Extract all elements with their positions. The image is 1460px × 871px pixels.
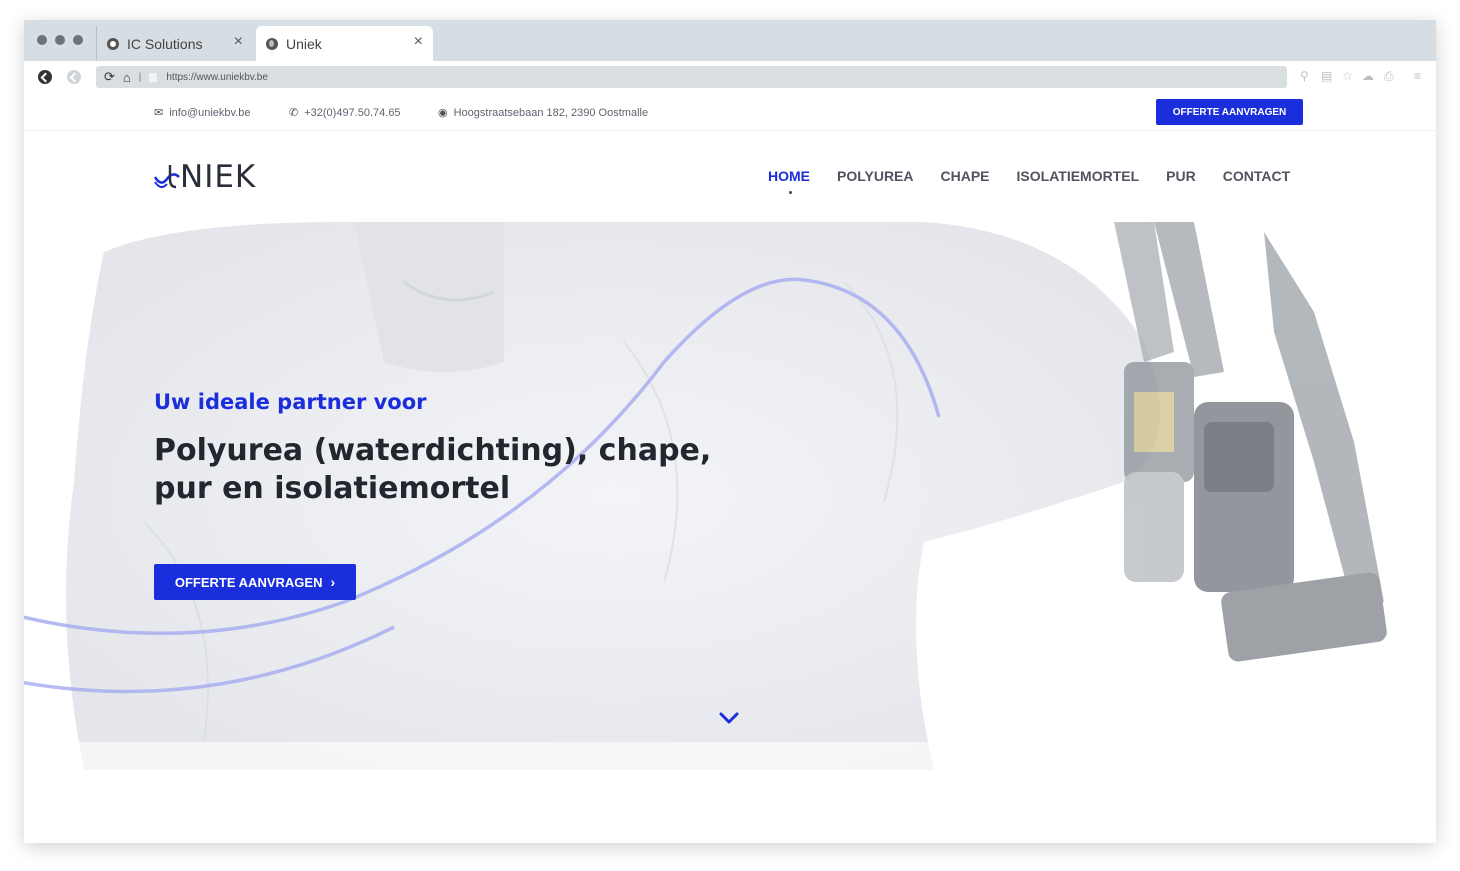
- main-nav: HOME POLYUREA CHAPE ISOLATIEMORTEL PUR C…: [768, 168, 1317, 194]
- phone-info[interactable]: ✆ +32(0)497.50.74.65: [289, 106, 401, 120]
- globe-icon: [266, 37, 278, 50]
- nav-chape[interactable]: CHAPE: [941, 168, 990, 184]
- tab-label: Uniek: [286, 35, 322, 52]
- home-icon[interactable]: ⌂: [123, 70, 131, 85]
- nav-polyurea[interactable]: POLYUREA: [837, 168, 914, 184]
- email-info[interactable]: ✉ info@uniekbv.be: [154, 106, 251, 120]
- hero-title: Polyurea (waterdichting), chape, pur en …: [154, 432, 754, 508]
- nav-contact[interactable]: CONTACT: [1223, 168, 1290, 184]
- chevron-right-icon: ›: [330, 574, 336, 590]
- back-icon[interactable]: [38, 70, 52, 84]
- phone-icon: ✆: [289, 107, 299, 119]
- bookmark-star-icon[interactable]: ☆: [1342, 69, 1353, 83]
- phone-text: +32(0)497.50.74.65: [304, 106, 401, 119]
- window-controls: [37, 35, 83, 45]
- print-icon[interactable]: ⎙: [1384, 69, 1394, 84]
- tab-ic-solutions[interactable]: IC Solutions ×: [96, 26, 253, 61]
- hero-title-line-2: pur en isolatiemortel: [154, 471, 511, 506]
- nav-isolatiemortel[interactable]: ISOLATIEMORTEL: [1017, 168, 1140, 184]
- forward-icon[interactable]: [67, 70, 81, 84]
- site-logo[interactable]: NIEK: [154, 159, 256, 195]
- cloud-icon[interactable]: ☁: [1362, 69, 1374, 83]
- url-text[interactable]: https://www.uniekbv.be: [166, 72, 268, 83]
- logo-wave-icon: [154, 165, 180, 189]
- close-window-dot[interactable]: [37, 35, 47, 45]
- nav-home[interactable]: HOME: [768, 168, 810, 194]
- email-text: info@uniekbv.be: [169, 106, 251, 119]
- envelope-icon: ✉: [154, 107, 164, 119]
- menu-icon[interactable]: ≡: [1414, 69, 1421, 83]
- hero-section: Uw ideale partner voor Polyurea (waterdi…: [24, 222, 1436, 770]
- reader-icon[interactable]: ▤: [1321, 69, 1332, 83]
- zoom-icon[interactable]: ⚲: [1300, 69, 1309, 83]
- hero-button-label: OFFERTE AANVRAGEN: [174, 574, 323, 590]
- address-text: Hoogstraatsebaan 182, 2390 Oostmalle: [453, 106, 649, 119]
- contact-info-bar: ✉ info@uniekbv.be ✆ +32(0)497.50.74.65 ◉…: [24, 93, 1436, 131]
- lock-icon: [149, 72, 158, 82]
- tab-uniek[interactable]: Uniek ×: [256, 26, 433, 61]
- reload-icon[interactable]: ⟳: [104, 69, 115, 85]
- site-header: NIEK HOME POLYUREA CHAPE ISOLATIEMORTEL …: [24, 132, 1436, 222]
- hero-title-line-1: Polyurea (waterdichting), chape,: [154, 433, 712, 468]
- logo-text: NIEK: [180, 159, 257, 195]
- minimize-window-dot[interactable]: [55, 35, 65, 45]
- tab-label: IC Solutions: [127, 35, 203, 52]
- nav-pur[interactable]: PUR: [1166, 168, 1196, 184]
- address-info: ◉ Hoogstraatsebaan 182, 2390 Oostmalle: [438, 106, 649, 120]
- close-tab-icon[interactable]: ×: [234, 33, 243, 51]
- quote-request-button-top[interactable]: OFFERTE AANVRAGEN: [1156, 99, 1303, 125]
- url-separator: |: [138, 71, 142, 83]
- address-row: ⟳ ⌂ | https://www.uniekbv.be ⚲ ▤ ☆ ☁ ⎙ ≡: [24, 61, 1436, 93]
- site-favicon-icon: [107, 37, 119, 50]
- tab-strip: IC Solutions × Uniek ×: [24, 20, 1436, 61]
- chevron-down-icon[interactable]: [718, 710, 740, 726]
- url-bar[interactable]: ⟳ ⌂ | https://www.uniekbv.be: [96, 66, 1287, 88]
- maximize-window-dot[interactable]: [73, 35, 83, 45]
- quote-request-button-hero[interactable]: OFFERTE AANVRAGEN ›: [154, 564, 356, 600]
- browser-window: IC Solutions × Uniek × ⟳ ⌂ | https://www…: [24, 20, 1436, 843]
- map-pin-icon: ◉: [438, 107, 448, 119]
- close-tab-icon[interactable]: ×: [414, 33, 423, 51]
- hero-subtitle: Uw ideale partner voor: [154, 390, 427, 414]
